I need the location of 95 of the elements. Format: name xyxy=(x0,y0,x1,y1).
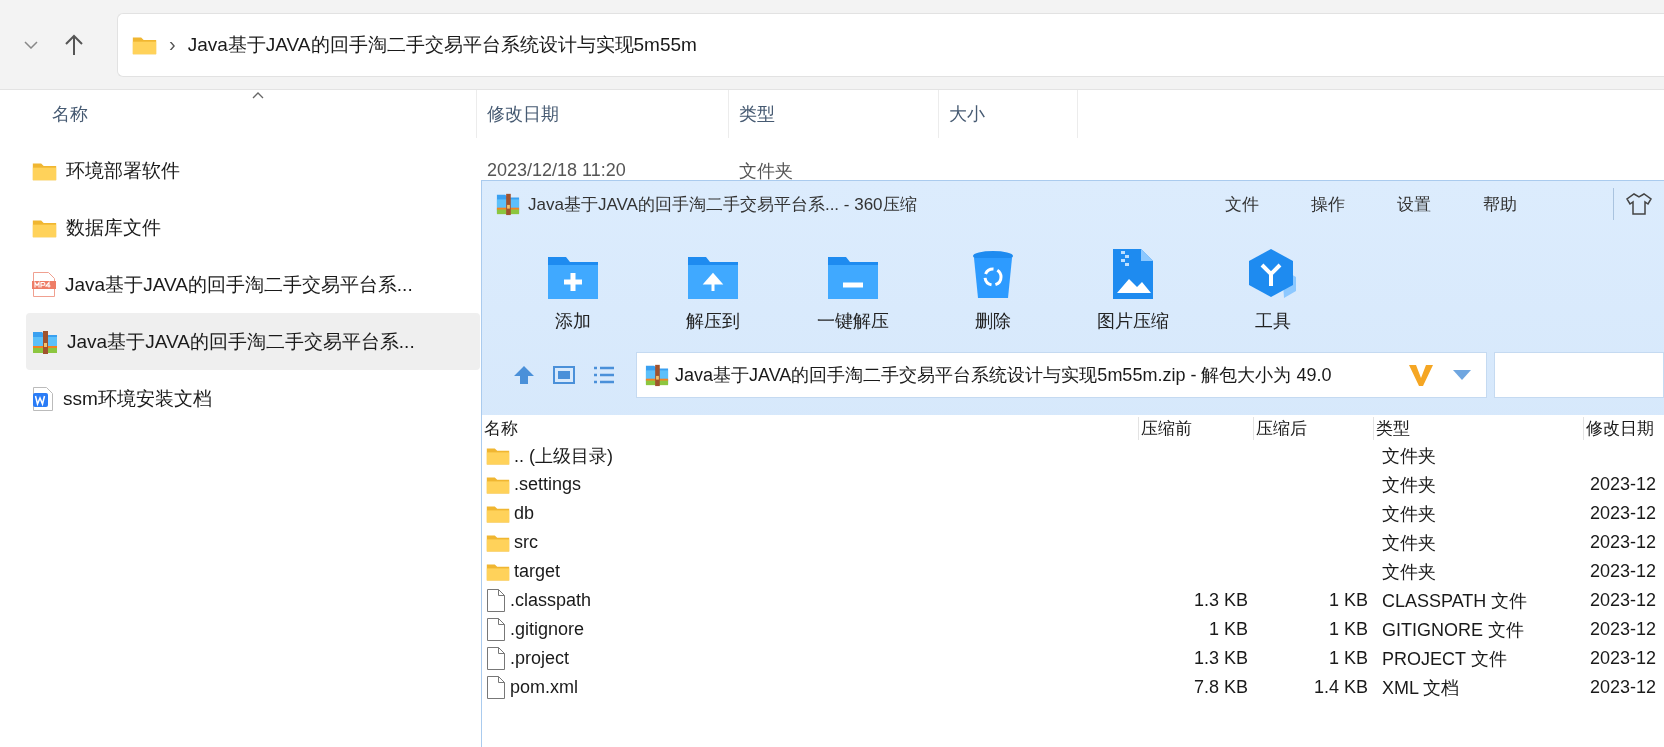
compressed-size: 1.4 KB xyxy=(1313,677,1368,697)
folder-icon xyxy=(486,532,510,553)
archive-icon xyxy=(32,328,58,355)
modified-date: 2023/12/18 11:20 xyxy=(486,160,627,181)
archive-path: Java基于JAVA的回手淘二手交易平台系统设计与实现5m55m.zip - 解包大小为 49.0 xyxy=(675,364,1333,387)
file-row[interactable]: ssm环境安装文档 xyxy=(26,370,480,427)
file-type: 文件夹 xyxy=(1382,445,1436,466)
modified-date: 2023-12 xyxy=(1590,532,1657,552)
sort-caret-icon xyxy=(252,92,264,99)
column-header[interactable]: 名称 xyxy=(482,416,1139,440)
column-header[interactable]: 类型 xyxy=(729,90,939,138)
file-icon xyxy=(486,646,506,671)
file-name: pom.xml xyxy=(510,677,578,698)
toolbar-button[interactable]: 解压到 xyxy=(643,241,783,347)
file-icon xyxy=(486,675,506,700)
file-name: .gitignore xyxy=(510,619,585,640)
column-header[interactable]: 名称 xyxy=(0,90,477,138)
dropdown-icon[interactable] xyxy=(1452,369,1472,381)
menu-item[interactable]: 操作 xyxy=(1311,192,1345,216)
file-name: ssm环境安装文档 xyxy=(63,386,212,411)
file-name: .settings xyxy=(514,474,582,495)
modified-date: 2023-12 xyxy=(1590,648,1657,668)
file-name: target xyxy=(514,561,561,582)
file-icon xyxy=(486,617,506,642)
modified-date: 2023-12 xyxy=(1590,474,1657,494)
column-header[interactable]: 修改日期 xyxy=(1584,416,1664,440)
original-size: 1.3 KB xyxy=(1193,590,1248,610)
file-type: PROJECT 文件 xyxy=(1382,648,1507,669)
archive-path-field[interactable]: Java基于JAVA的回手淘二手交易平台系统设计与实现5m55m.zip - 解包大小为 49.0 xyxy=(636,352,1487,398)
file-row[interactable]: Java基于JAVA的回手淘二手交易平台系... xyxy=(26,313,480,370)
toolbar-button[interactable]: 删除 xyxy=(923,241,1063,347)
file-row[interactable]: 数据库文件 xyxy=(26,199,480,256)
document-icon xyxy=(32,385,54,412)
compressed-size: 1 KB xyxy=(1328,648,1368,668)
toolbar-button[interactable]: 添加 xyxy=(503,241,643,347)
file-name: .project xyxy=(510,648,570,669)
archive-icon xyxy=(496,192,520,216)
file-icon xyxy=(486,588,506,613)
column-header[interactable]: 类型 xyxy=(1374,416,1584,440)
modified-date: 2023-12 xyxy=(1590,619,1657,639)
image-file-icon xyxy=(1111,247,1155,301)
menu-item[interactable]: 帮助 xyxy=(1483,192,1517,216)
address-bar[interactable]: › Java基于JAVA的回手淘二手交易平台系统设计与实现5m55m xyxy=(117,12,1664,77)
file-name: Java基于JAVA的回手淘二手交易平台系... xyxy=(65,272,413,297)
shirt-icon[interactable] xyxy=(1626,193,1652,215)
file-row[interactable]: Java基于JAVA的回手淘二手交易平台系... xyxy=(26,256,480,313)
folder-icon xyxy=(486,474,510,495)
file-name: src xyxy=(514,532,538,553)
modified-date: 2023-12 xyxy=(1590,677,1657,697)
file-type: CLASSPATH 文件 xyxy=(1382,590,1528,611)
original-size: 1.3 KB xyxy=(1193,648,1248,668)
file-name: 环境部署软件 xyxy=(66,158,180,183)
file-type: 文件夹 xyxy=(1382,561,1436,582)
toolbar-button[interactable]: 工具 xyxy=(1203,241,1343,347)
chevron-down-icon[interactable] xyxy=(24,40,38,49)
menu-item[interactable]: 设置 xyxy=(1397,192,1431,216)
column-header[interactable]: 大小 xyxy=(939,90,1078,138)
trash-icon xyxy=(971,249,1015,301)
file-name: .. (上级目录) xyxy=(514,444,613,468)
column-header[interactable]: 压缩后 xyxy=(1254,416,1374,440)
search-field[interactable] xyxy=(1494,352,1664,398)
compressed-size: 1 KB xyxy=(1328,590,1368,610)
file-type: XML 文档 xyxy=(1382,677,1460,698)
video-file-icon xyxy=(32,271,56,298)
folder-icon xyxy=(486,445,510,466)
folder-icon xyxy=(486,561,510,582)
modified-date: 2023-12 xyxy=(1590,561,1657,581)
column-header[interactable]: 修改日期 xyxy=(477,90,729,138)
folder-icon xyxy=(486,503,510,524)
original-size: 1 KB xyxy=(1208,619,1248,639)
file-name: db xyxy=(514,503,535,524)
window-title: Java基于JAVA的回手淘二手交易平台系... - 360压缩 xyxy=(528,193,918,216)
v-logo-icon xyxy=(1408,363,1434,387)
file-name: .classpath xyxy=(510,590,592,611)
file-name: 数据库文件 xyxy=(66,215,161,240)
list-view-icon[interactable] xyxy=(593,366,615,384)
modified-date: 2023-12 xyxy=(1590,590,1657,610)
column-header[interactable]: 压缩前 xyxy=(1139,416,1254,440)
toolbar-button[interactable]: 一键解压 xyxy=(783,241,923,347)
file-type: 文件夹 xyxy=(738,159,794,183)
view-icon[interactable] xyxy=(553,366,575,384)
compressed-size: 1 KB xyxy=(1328,619,1368,639)
file-name: Java基于JAVA的回手淘二手交易平台系... xyxy=(67,329,415,354)
archive-icon xyxy=(645,363,669,387)
file-type: 文件夹 xyxy=(1382,503,1436,524)
toolbar-button[interactable]: 图片压缩 xyxy=(1063,241,1203,347)
menu-item[interactable]: 文件 xyxy=(1225,192,1259,216)
folder-path: Java基于JAVA的回手淘二手交易平台系统设计与实现5m55m xyxy=(187,32,697,57)
file-type: 文件夹 xyxy=(1382,532,1436,553)
original-size: 7.8 KB xyxy=(1193,677,1248,697)
file-type: GITIGNORE 文件 xyxy=(1382,619,1524,640)
up-arrow-icon[interactable] xyxy=(64,33,84,56)
modified-date: 2023-12 xyxy=(1590,503,1657,523)
file-type: 文件夹 xyxy=(1382,474,1436,495)
path-separator: › xyxy=(169,33,176,56)
